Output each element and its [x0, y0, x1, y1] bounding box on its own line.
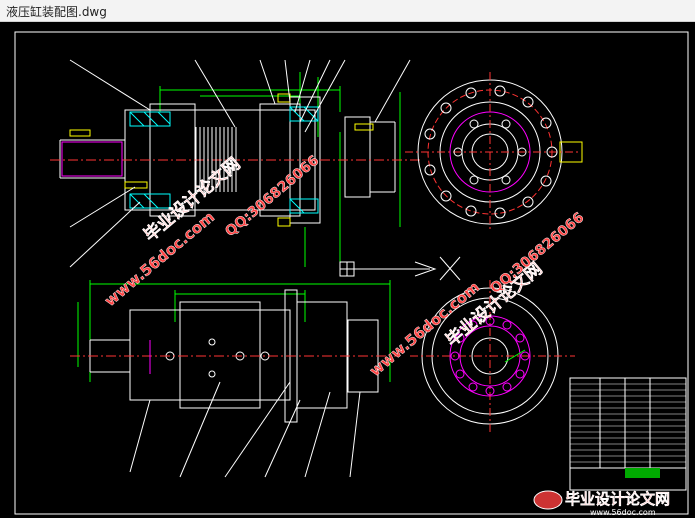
site-logo: 毕业设计论文网 www.56doc.com — [533, 490, 670, 517]
logo-icon — [533, 490, 563, 510]
window-title: 液压缸装配图.dwg — [6, 5, 107, 19]
watermark-group: 毕业设计论文网 www.56doc.com QQ:306826066 毕业设计论… — [101, 152, 588, 380]
window-titlebar: 液压缸装配图.dwg — [0, 0, 695, 22]
title-block — [569, 377, 687, 491]
top-view — [70, 280, 400, 478]
cad-drawing: 毕业设计论文网 www.56doc.com QQ:306826066 毕业设计论… — [14, 31, 689, 517]
flange-view-top — [405, 72, 583, 232]
logo-text: 毕业设计论文网 — [565, 490, 670, 508]
logo-url: www.56doc.com — [590, 508, 656, 517]
drawing-frame — [14, 31, 689, 515]
section-view — [50, 59, 461, 281]
cad-viewport[interactable]: 毕业设计论文网 www.56doc.com QQ:306826066 毕业设计论… — [0, 22, 695, 518]
